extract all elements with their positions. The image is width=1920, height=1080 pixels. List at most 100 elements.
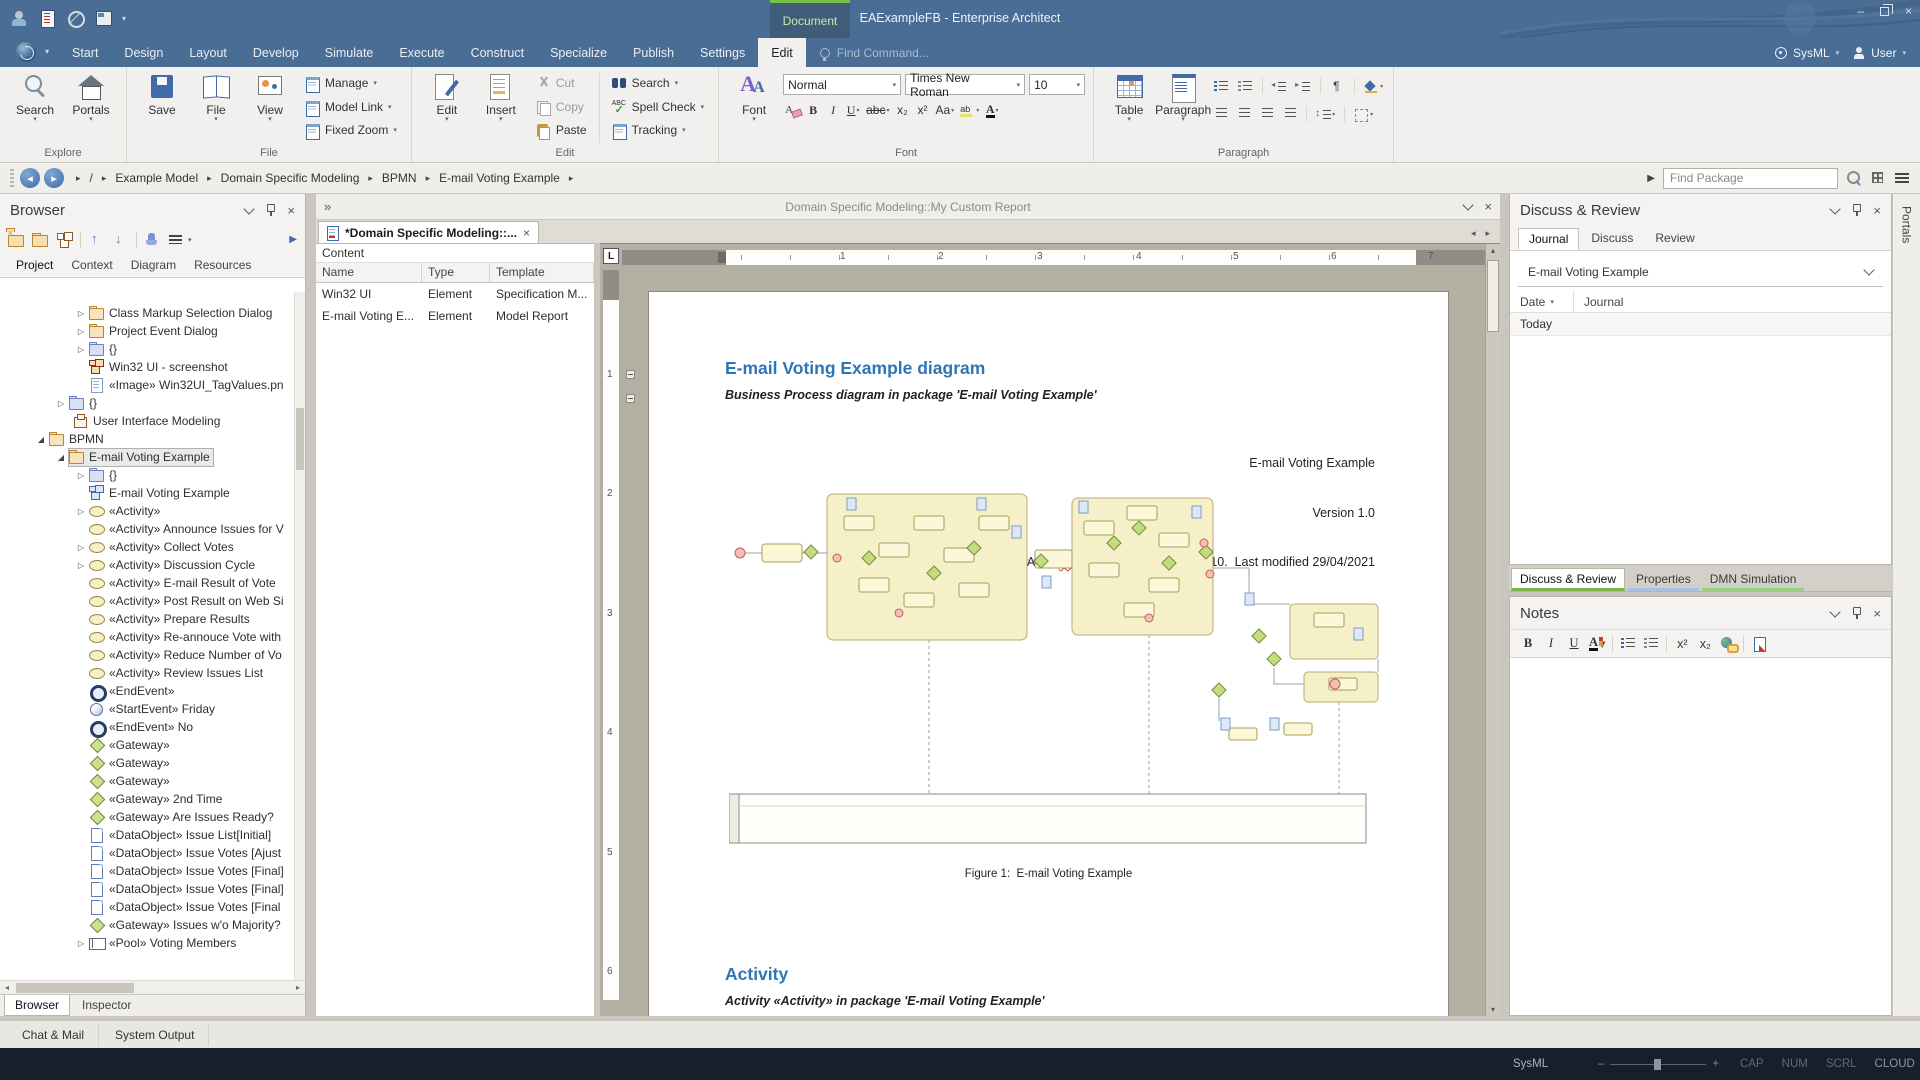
breadcrumb-item-example-model[interactable]: Example Model <box>115 171 198 185</box>
discuss-tab-discuss[interactable]: Discuss <box>1581 228 1643 250</box>
tree-item[interactable]: «DataObject» Issue Votes [Final] <box>0 862 294 880</box>
document-vertical-scrollbar[interactable]: ▴ ▾ <box>1485 244 1500 1016</box>
tree-item[interactable]: Win32 UI - screenshot <box>0 358 294 376</box>
tab-scroll-right-icon[interactable]: ▸ <box>1485 228 1490 239</box>
edit-button-insert[interactable]: Insert▾ <box>474 70 528 123</box>
new-folder-icon[interactable] <box>32 232 49 247</box>
browser-tab-project[interactable]: Project <box>8 255 61 277</box>
scroll-left-icon[interactable]: ◂ <box>0 983 14 992</box>
menu-icon[interactable] <box>1894 170 1910 186</box>
button-search[interactable]: Search▾ <box>612 73 705 93</box>
format-x-button[interactable]: x₂ <box>893 100 911 120</box>
file-button-save[interactable]: Save <box>135 70 189 123</box>
expander-icon[interactable]: ◢ <box>33 435 49 444</box>
find-command-input[interactable] <box>837 46 997 60</box>
column-header-template[interactable]: Template <box>490 263 594 282</box>
bullet-list-button[interactable] <box>1212 76 1231 96</box>
pin-icon[interactable] <box>1851 203 1861 217</box>
line-spacing-button[interactable]: ▾ <box>1314 104 1337 124</box>
breadcrumb-item-domain-specific-modeling[interactable]: Domain Specific Modeling <box>221 171 360 185</box>
ribbon-tab-design[interactable]: Design <box>111 38 176 67</box>
scroll-right-icon[interactable]: ▸ <box>291 983 305 992</box>
format-clear-format-button[interactable] <box>783 100 802 120</box>
collapse-marker[interactable] <box>626 370 635 379</box>
superscript-button[interactable]: x² <box>1674 635 1690 653</box>
close-tab-icon[interactable]: × <box>523 226 530 240</box>
user-menu[interactable]: User <box>1871 46 1896 60</box>
browser-bottom-tab-browser[interactable]: Browser <box>4 995 70 1016</box>
ribbon-tab-develop[interactable]: Develop <box>240 38 312 67</box>
close-icon[interactable]: × <box>1873 606 1881 621</box>
ribbon-tab-specialize[interactable]: Specialize <box>537 38 620 67</box>
tree-item[interactable]: «Gateway» 2nd Time <box>0 790 294 808</box>
insert-document-button[interactable] <box>1751 635 1767 653</box>
tree-item[interactable]: «Activity» Announce Issues for V <box>0 520 294 538</box>
paragraph-style-dropdown[interactable]: Normal▾ <box>783 74 901 95</box>
font-color-button[interactable]: A▾ <box>1589 635 1605 653</box>
expander-icon[interactable]: ▷ <box>73 471 89 480</box>
new-package-icon[interactable] <box>8 232 25 247</box>
tree-item[interactable]: ▷«Activity» <box>0 502 294 520</box>
borders-button[interactable]: ▾ <box>1352 104 1375 124</box>
tree-item[interactable]: «Activity» Re-annouce Vote with <box>0 628 294 646</box>
tree-item[interactable]: ◢BPMN <box>0 430 294 448</box>
tree-item[interactable]: «Gateway» Are Issues Ready? <box>0 808 294 826</box>
tree-item[interactable]: ▷«Activity» Discussion Cycle <box>0 556 294 574</box>
button-fixed-zoom[interactable]: Fixed Zoom▾ <box>305 120 397 140</box>
numbered-list-button[interactable] <box>1643 635 1659 653</box>
indent-button[interactable] <box>1294 76 1313 96</box>
format-u-button[interactable]: U▾ <box>844 100 862 120</box>
bottom-tab-chat-mail[interactable]: Chat & Mail <box>8 1024 99 1046</box>
statusbar-perspective[interactable]: SysML <box>1513 1058 1548 1070</box>
tree-item[interactable]: «Activity» Prepare Results <box>0 610 294 628</box>
format-a-button[interactable]: A▾ <box>983 100 1001 120</box>
ribbon-tab-simulate[interactable]: Simulate <box>312 38 387 67</box>
element-selector[interactable]: E-mail Voting Example <box>1518 257 1883 287</box>
pin-icon[interactable] <box>265 203 275 217</box>
italic-button[interactable]: I <box>1543 635 1559 653</box>
column-header-name[interactable]: Name <box>316 263 422 282</box>
zoom-track[interactable] <box>1610 1064 1706 1065</box>
outdent-button[interactable] <box>1270 76 1289 96</box>
tree-item[interactable]: «Gateway» Issues w'o Majority? <box>0 916 294 934</box>
table-row[interactable]: Win32 UIElementSpecification M... <box>316 283 594 305</box>
ribbon-tab-execute[interactable]: Execute <box>386 38 457 67</box>
tree-item[interactable]: «Activity» Post Result on Web Si <box>0 592 294 610</box>
expander-icon[interactable]: ▷ <box>53 399 69 408</box>
breadcrumb-item-[interactable]: / <box>90 171 93 185</box>
app-logo-caret-icon[interactable]: ▾ <box>45 47 49 67</box>
perspective-caret-icon[interactable]: ▾ <box>1836 49 1840 57</box>
move-up-icon[interactable] <box>88 232 105 247</box>
tree-item[interactable]: User Interface Modeling <box>0 412 294 430</box>
underline-button[interactable]: U <box>1566 635 1582 653</box>
tree-item[interactable]: «EndEvent» <box>0 682 294 700</box>
scroll-down-icon[interactable]: ▾ <box>1486 1005 1500 1014</box>
explore-button-portals[interactable]: Portals▾ <box>64 70 118 123</box>
scrollbar-thumb[interactable] <box>1487 260 1499 332</box>
tree-item[interactable]: «DataObject» Issue Votes [Final] <box>0 880 294 898</box>
ribbon-tab-layout[interactable]: Layout <box>176 38 240 67</box>
ribbon-tab-settings[interactable]: Settings <box>687 38 758 67</box>
document-tab[interactable]: *Domain Specific Modeling::... × <box>318 221 539 243</box>
scrollbar-thumb[interactable] <box>296 408 304 470</box>
zoom-in-icon[interactable]: + <box>1712 1058 1719 1070</box>
expander-icon[interactable]: ▷ <box>73 327 89 336</box>
button-paste[interactable]: Paste <box>536 120 587 140</box>
minimize-button[interactable]: – <box>1857 4 1864 18</box>
pin-icon[interactable] <box>1851 606 1861 620</box>
close-icon[interactable]: × <box>1873 203 1881 218</box>
expander-icon[interactable]: ◢ <box>53 453 69 462</box>
portals-tab[interactable]: Portals <box>1900 206 1914 243</box>
font-size-dropdown[interactable]: 10▾ <box>1029 74 1085 95</box>
browser-tab-diagram[interactable]: Diagram <box>123 255 184 277</box>
tree-item[interactable]: E-mail Voting Example <box>0 484 294 502</box>
user-caret-icon[interactable]: ▾ <box>1902 49 1906 57</box>
tree-item[interactable]: «Activity» E-mail Result of Vote <box>0 574 294 592</box>
discuss-tab-journal[interactable]: Journal <box>1518 228 1579 250</box>
format-x-button[interactable]: x² <box>913 100 931 120</box>
journal-group-row[interactable]: Today <box>1510 313 1891 336</box>
font-name-dropdown[interactable]: Times New Roman▾ <box>905 74 1025 95</box>
hyperlink-button[interactable] <box>1720 635 1736 653</box>
back-button[interactable]: ◂ <box>20 168 40 188</box>
dock-tab-dmn-simulation[interactable]: DMN Simulation <box>1702 569 1805 591</box>
